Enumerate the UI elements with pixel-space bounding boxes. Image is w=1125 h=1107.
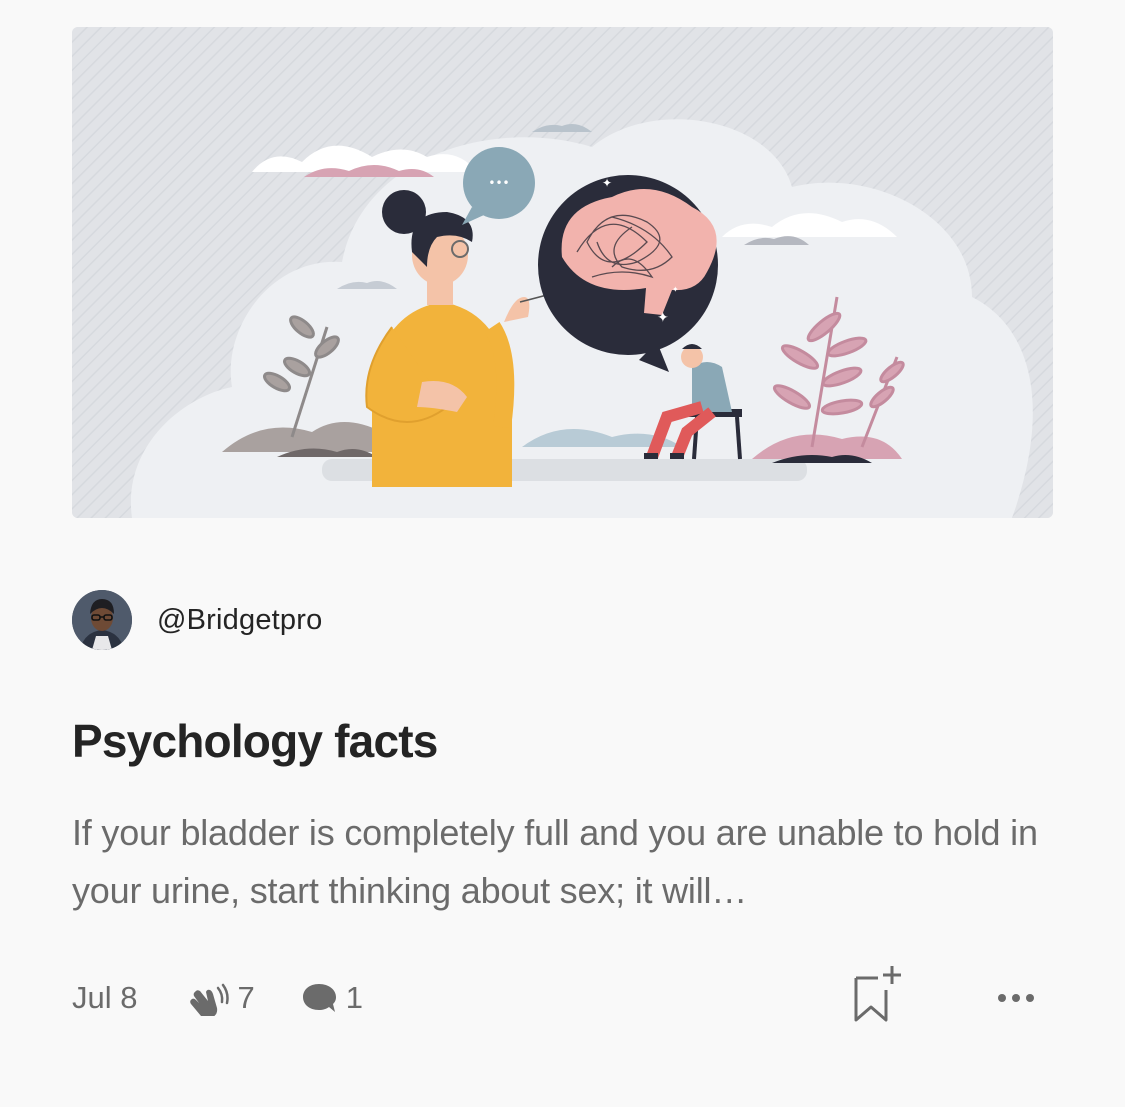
author-avatar[interactable] (72, 590, 132, 650)
svg-text:✦: ✦ (672, 285, 679, 294)
claps-count: 7 (237, 980, 255, 1015)
svg-text:•••: ••• (488, 176, 509, 190)
article-hero-image[interactable]: ••• ✦ ✦ ✦ (72, 27, 1053, 518)
responses-stat[interactable]: 1 (300, 980, 363, 1016)
more-options-icon (998, 994, 1034, 1002)
article-title[interactable]: Psychology facts (72, 712, 438, 770)
save-button[interactable] (848, 962, 908, 1028)
clap-icon (190, 983, 230, 1016)
author-handle[interactable]: @Bridgetpro (157, 604, 322, 637)
bookmark-add-icon (854, 966, 901, 1022)
article-meta-row: Jul 8 7 1 (72, 966, 1052, 1024)
claps-stat[interactable]: 7 (185, 980, 255, 1016)
comment-icon (302, 984, 336, 1012)
more-options-button[interactable] (990, 978, 1042, 1018)
psychology-illustration: ••• ✦ ✦ ✦ (72, 27, 1053, 518)
svg-text:✦: ✦ (657, 309, 669, 325)
article-excerpt[interactable]: If your bladder is completely full and y… (72, 804, 1052, 920)
publish-date: Jul 8 (72, 980, 138, 1015)
responses-count: 1 (345, 980, 363, 1015)
author-row[interactable]: @Bridgetpro (72, 590, 322, 650)
svg-text:✦: ✦ (602, 176, 612, 190)
